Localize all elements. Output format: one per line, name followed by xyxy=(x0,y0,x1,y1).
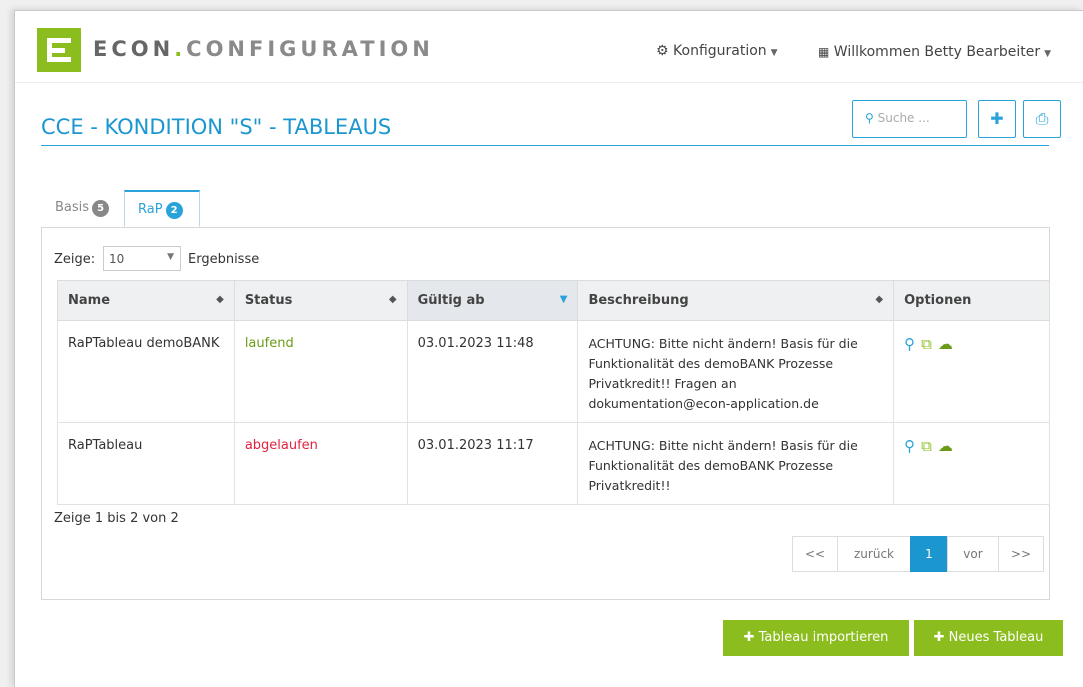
configuration-menu-label: Konfiguration xyxy=(673,43,767,59)
tab-content-panel: Zeige: 10 ▼ Ergebnisse Name ◆ Status ◆ Gül… xyxy=(41,227,1050,600)
tab-rap-label: RaP xyxy=(138,202,163,217)
copy-icon[interactable]: ⧉ xyxy=(921,437,932,455)
search-icon[interactable]: ⚲ xyxy=(904,437,915,455)
caret-down-icon: ▼ xyxy=(1044,49,1052,59)
cell-description: ACHTUNG: Bitte nicht ändern! Basis für d… xyxy=(577,320,895,423)
grid-icon: ▦ xyxy=(818,45,830,59)
print-icon: ⎙ xyxy=(1035,109,1049,128)
tab-basis[interactable]: Basis 5 xyxy=(42,190,124,227)
plus-icon: ✚ xyxy=(990,109,1004,128)
econ-logo-icon[interactable] xyxy=(37,28,81,72)
table-row: RaPTableau abgelaufen 03.01.2023 11:17 A… xyxy=(57,422,1050,505)
pagination-prev[interactable]: zurück xyxy=(837,536,911,572)
cell-name: RaPTableau demoBANK xyxy=(57,320,235,423)
pagination-last[interactable]: >> xyxy=(998,536,1044,572)
cloud-download-icon[interactable]: ☁ xyxy=(938,335,953,353)
search-input[interactable]: ⚲ Suche ... xyxy=(852,100,967,138)
plus-icon: ✚ xyxy=(743,630,755,645)
page-length-suffix: Ergebnisse xyxy=(188,252,260,267)
search-icon[interactable]: ⚲ xyxy=(904,335,915,353)
pagination: << zurück 1 vor >> xyxy=(792,536,1044,572)
import-tableau-button[interactable]: ✚ Tableau importieren xyxy=(723,620,909,656)
tab-rap[interactable]: RaP 2 xyxy=(124,190,200,227)
tab-basis-label: Basis xyxy=(55,200,90,215)
sort-icon: ◆ xyxy=(875,294,884,305)
pagination-next[interactable]: vor xyxy=(947,536,999,572)
add-button[interactable]: ✚ xyxy=(978,100,1016,138)
column-header-status[interactable]: Status ◆ xyxy=(233,280,408,321)
screenshot-frame: ECON.CONFIGURATION ⚙ Konfiguration ▼ ▦ Wi… xyxy=(0,0,1083,687)
page-length-select[interactable]: 10 ▼ xyxy=(103,246,181,271)
sort-icon: ◆ xyxy=(216,294,224,305)
copy-icon[interactable]: ⧉ xyxy=(921,335,932,353)
cell-description: ACHTUNG: Bitte nicht ändern! Basis für d… xyxy=(577,422,895,505)
cell-options: ⚲ ⧉ ☁ xyxy=(893,422,1050,505)
column-header-name[interactable]: Name ◆ xyxy=(57,280,235,321)
page-title: CCE - KONDITION "S" - TABLEAUS xyxy=(41,115,392,139)
tab-basis-count-badge: 5 xyxy=(92,200,110,217)
column-header-valid-from[interactable]: Gültig ab ▼ xyxy=(406,280,579,321)
column-header-description[interactable]: Beschreibung ◆ xyxy=(577,280,895,321)
tableau-table: Name ◆ Status ◆ Gültig ab ▼ Beschreibung ◆ O… xyxy=(57,280,1050,505)
header-divider xyxy=(15,82,1083,83)
search-icon: ⚲ xyxy=(865,111,874,125)
brand-name[interactable]: ECON.CONFIGURATION xyxy=(93,37,434,61)
cloud-download-icon[interactable]: ☁ xyxy=(938,437,953,455)
print-button[interactable]: ⎙ xyxy=(1023,100,1061,138)
cell-options: ⚲ ⧉ ☁ xyxy=(893,320,1050,423)
app-window: ECON.CONFIGURATION ⚙ Konfiguration ▼ ▦ Wi… xyxy=(14,10,1083,687)
cell-name: RaPTableau xyxy=(57,422,235,505)
caret-down-icon: ▼ xyxy=(770,48,778,58)
sort-icon: ◆ xyxy=(388,294,397,305)
page-length-value: 10 xyxy=(109,252,125,266)
gear-icon: ⚙ xyxy=(656,43,669,59)
user-menu[interactable]: ▦ Willkommen Betty Bearbeiter ▼ xyxy=(818,44,1051,60)
cell-status: laufend xyxy=(233,320,408,423)
table-info: Zeige 1 bis 2 von 2 xyxy=(54,511,179,526)
search-placeholder: Suche ... xyxy=(877,111,930,125)
cell-valid-from: 03.01.2023 11:17 xyxy=(406,422,579,505)
pagination-current[interactable]: 1 xyxy=(910,536,948,572)
configuration-menu[interactable]: ⚙ Konfiguration ▼ xyxy=(656,43,778,59)
sort-desc-icon: ▼ xyxy=(559,294,568,305)
table-header-row: Name ◆ Status ◆ Gültig ab ▼ Beschreibung ◆ O… xyxy=(57,280,1050,321)
chevron-down-icon: ▼ xyxy=(167,252,174,262)
cell-valid-from: 03.01.2023 11:48 xyxy=(406,320,579,423)
tab-rap-count-badge: 2 xyxy=(165,202,183,219)
top-navbar: ECON.CONFIGURATION ⚙ Konfiguration ▼ ▦ Wi… xyxy=(15,11,1083,83)
table-row: RaPTableau demoBANK laufend 03.01.2023 1… xyxy=(57,320,1050,423)
plus-icon: ✚ xyxy=(933,630,945,645)
new-tableau-button[interactable]: ✚ Neues Tableau xyxy=(914,620,1063,656)
pagination-first[interactable]: << xyxy=(792,536,838,572)
user-menu-label: Willkommen Betty Bearbeiter xyxy=(833,44,1041,60)
cell-status: abgelaufen xyxy=(233,422,408,505)
title-underline xyxy=(41,145,1049,146)
page-length-prefix: Zeige: xyxy=(54,252,96,267)
column-header-options: Optionen xyxy=(893,280,1050,321)
